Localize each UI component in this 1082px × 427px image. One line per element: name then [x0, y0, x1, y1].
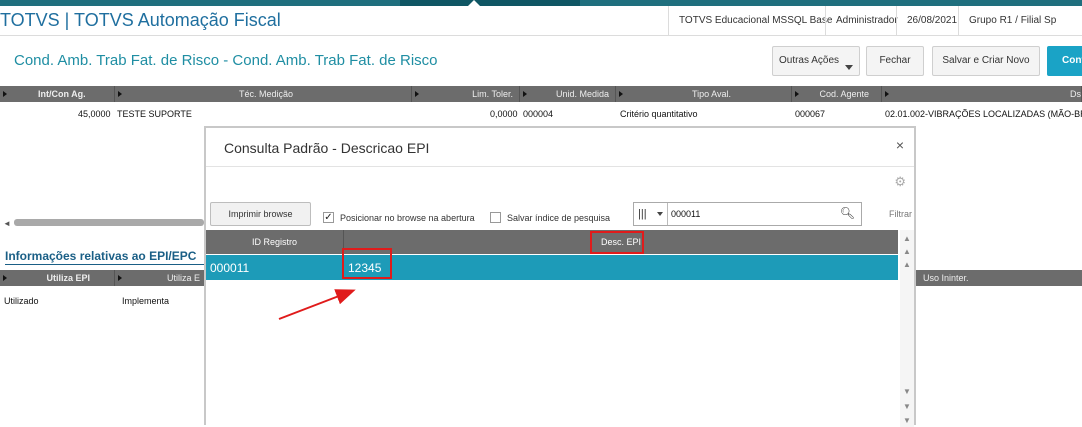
results-table-header: ID Registro Desc. EPI [206, 230, 898, 254]
column-selector[interactable]: ||| [634, 203, 668, 225]
dialog-title: Consulta Padrão - Descricao EPI [224, 140, 430, 156]
scrollbar-thumb[interactable] [14, 219, 204, 226]
app-title: TOTVS | TOTVS Automação Fiscal [0, 10, 281, 30]
dialog-divider [206, 166, 914, 167]
save-and-new-button[interactable]: Salvar e Criar Novo [932, 46, 1040, 76]
vertical-scrollbar[interactable]: ▲ ▲ ▲ ▼ ▼ ▼ [900, 230, 914, 427]
column-marker-icon [619, 91, 623, 97]
column-marker-icon [3, 275, 7, 281]
cell-ds: 02.01.002-VIBRAÇÕES LOCALIZADAS (MÃO-BR [885, 109, 1082, 119]
scroll-up-icon[interactable]: ▲ [903, 247, 911, 256]
cell-utiliza-epi: Utilizado [4, 296, 39, 306]
col-header-lim-toler[interactable]: Lim. Toler. [412, 86, 520, 102]
col-header-utiliza-epc[interactable]: Utiliza E [115, 270, 205, 286]
chevron-down-icon [845, 65, 853, 70]
close-icon[interactable]: × [896, 137, 904, 153]
column-marker-icon [3, 91, 7, 97]
scroll-top-icon[interactable]: ▲ [903, 234, 911, 243]
save-index-checkbox[interactable] [490, 212, 501, 223]
col-header-utiliza-epi[interactable]: Utiliza EPI [0, 270, 115, 286]
cell-id-registro: 000011 [210, 261, 250, 275]
col-header-int-con[interactable]: Int/Con Ag. [0, 86, 115, 102]
col-header-ds[interactable]: Ds [882, 86, 1082, 102]
highlight-box-desc-value [342, 248, 392, 279]
scroll-down-icon[interactable]: ▼ [903, 402, 911, 411]
scroll-left-icon[interactable]: ◄ [3, 219, 11, 228]
chevron-down-icon [657, 212, 663, 216]
page-title: Cond. Amb. Trab Fat. de Risco - Cond. Am… [14, 52, 438, 69]
gear-icon[interactable]: ⚙ [894, 174, 906, 190]
cell-tipo-aval: Critério quantitativo [620, 109, 698, 119]
column-marker-icon [118, 275, 122, 281]
other-actions-button[interactable]: Outras Ações [772, 46, 860, 76]
cell-unid-medida: 000004 [523, 109, 554, 119]
column-marker-icon [795, 91, 799, 97]
section-title: Informações relativas ao EPI/EPC [5, 249, 197, 263]
cell-int-con: 45,0000 [78, 109, 111, 119]
scroll-up-icon[interactable]: ▲ [903, 260, 911, 269]
filter-link[interactable]: Filtrar [889, 209, 912, 219]
environment-label: TOTVS Educacional MSSQL Base [668, 6, 842, 36]
col-header-tipo-aval[interactable]: Tipo Aval. [616, 86, 792, 102]
column-marker-icon [523, 91, 527, 97]
cell-tec-medicao: TESTE SUPORTE [117, 109, 192, 119]
search-input[interactable] [671, 206, 831, 222]
position-browse-checkbox[interactable]: ✓ [323, 212, 334, 223]
lookup-dialog: Consulta Padrão - Descricao EPI × ⚙ Impr… [204, 126, 916, 427]
save-index-label: Salvar índice de pesquisa [507, 213, 611, 223]
table-row[interactable]: 000011 12345 [206, 254, 898, 280]
close-button[interactable]: Fechar [866, 46, 924, 76]
scroll-down-icon[interactable]: ▼ [903, 387, 911, 396]
epi-grid-header: Utiliza EPI Utiliza E [0, 270, 205, 286]
col-header-unid-medida[interactable]: Unid. Medida [520, 86, 616, 102]
branch-label: Grupo R1 / Filial Sp [958, 6, 1066, 36]
confirm-button[interactable]: Confi [1047, 46, 1082, 76]
col-header-tec-medicao[interactable]: Téc. Medição [115, 86, 412, 102]
column-marker-icon [885, 91, 889, 97]
search-box: ||| 🔍︎ [633, 202, 862, 226]
col-header-uso-ininter[interactable]: Uso Ininter. [915, 270, 1082, 286]
section-divider [5, 264, 205, 265]
grid-header: Int/Con Ag. Téc. Medição Lim. Toler. Uni… [0, 86, 1082, 102]
cell-utiliza-epc: Implementa [122, 296, 170, 306]
cell-lim-toler: 0,0000 [490, 109, 518, 119]
other-actions-label: Outras Ações [778, 55, 840, 66]
table-row[interactable]: 45,0000 TESTE SUPORTE 0,0000 000004 Crit… [0, 106, 1082, 124]
app-header: TOTVS | TOTVS Automação Fiscal TOTVS Edu… [0, 6, 1082, 36]
position-browse-label: Posicionar no browse na abertura [340, 213, 475, 223]
date-label: 26/08/2021 [896, 6, 967, 36]
search-icon[interactable]: 🔍︎ [840, 206, 855, 220]
col-header-cod-agente[interactable]: Cod. Agente [792, 86, 882, 102]
print-browse-button[interactable]: Imprimir browse [210, 202, 311, 226]
column-marker-icon [118, 91, 122, 97]
highlight-box-desc-header [590, 231, 644, 254]
scroll-bottom-icon[interactable]: ▼ [903, 416, 911, 425]
cell-cod-agente: 000067 [795, 109, 826, 119]
columns-icon: ||| [638, 208, 647, 220]
epi-grid-header-right: Uso Ininter. [915, 270, 1082, 286]
column-marker-icon [415, 91, 419, 97]
col-header-id-registro[interactable]: ID Registro [206, 230, 344, 254]
